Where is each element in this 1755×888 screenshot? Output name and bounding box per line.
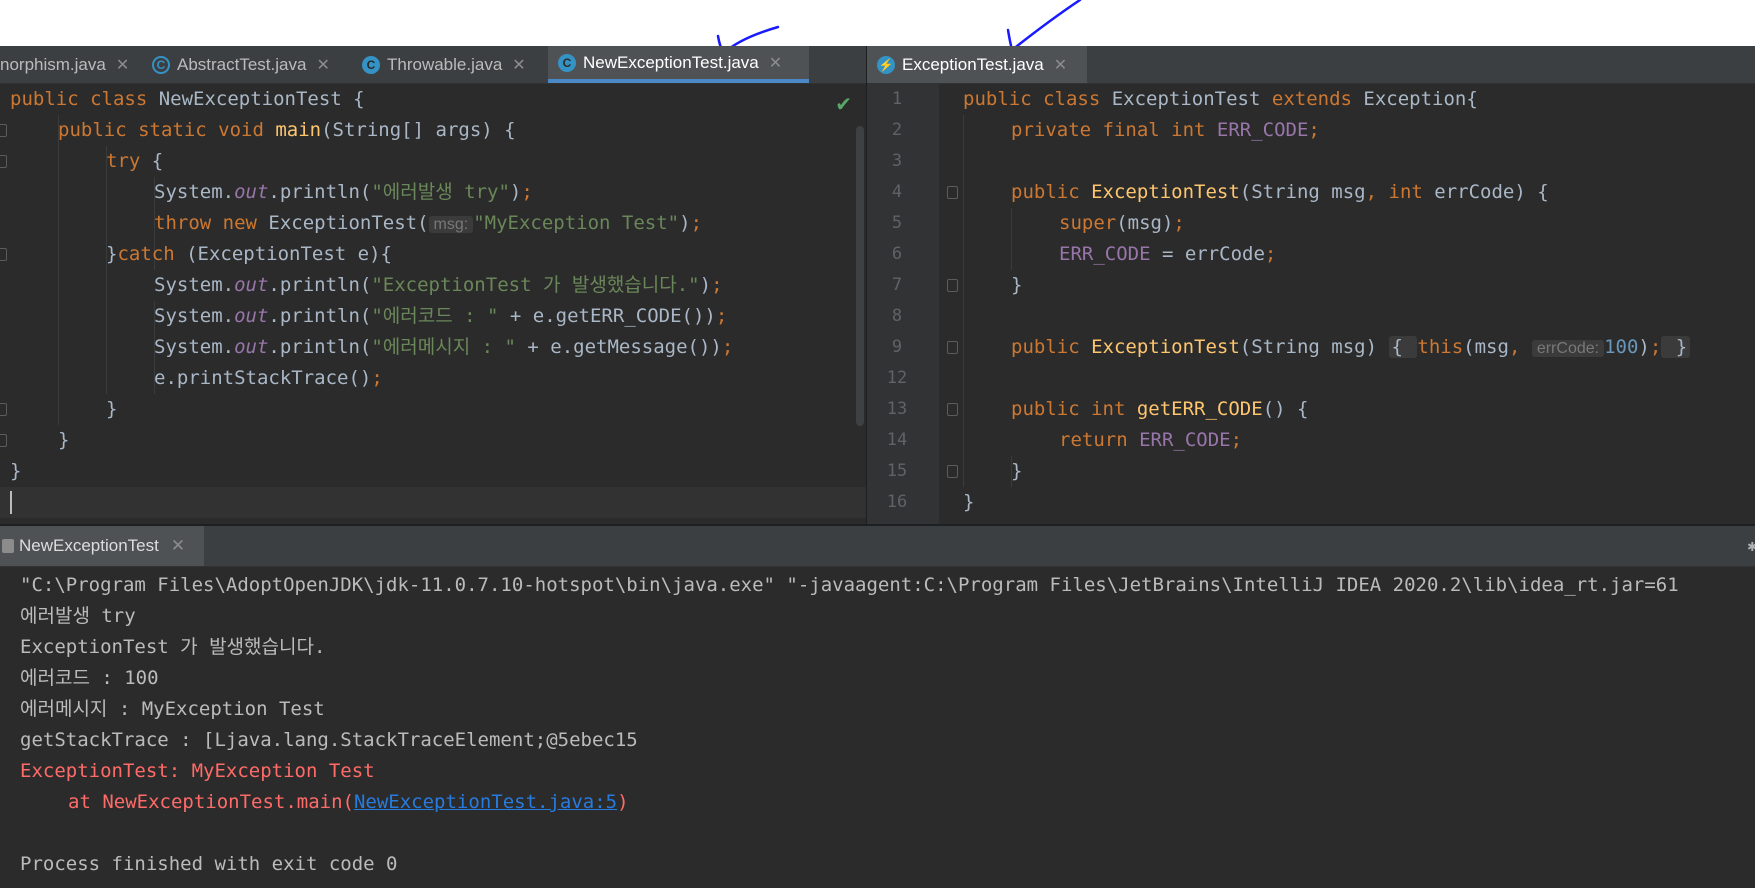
tab-exceptiontest[interactable]: ⚡ ExceptionTest.java ✕ <box>867 46 1087 83</box>
code-line: 1 public class ExceptionTest extends Exce… <box>867 84 1755 115</box>
console-line: ExceptionTest 가 발생했습니다. <box>20 636 326 658</box>
run-tabbar: NewExceptionTest ✕ ✱ <box>0 526 1755 567</box>
line-number: 5 <box>891 213 903 233</box>
code-line: 15} <box>867 456 1755 487</box>
left-editor-tabbar: norphism.java ✕ C AbstractTest.java ✕ C … <box>0 46 866 84</box>
line-number: 6 <box>891 244 903 264</box>
tab-label: AbstractTest.java <box>177 54 307 74</box>
code-line: 9 public ExceptionTest(String msg) { this… <box>867 332 1755 363</box>
right-editor-tabbar: ⚡ ExceptionTest.java ✕ <box>867 46 1755 84</box>
code-line: 8 <box>867 301 1755 332</box>
code-line: System.out.println("에러메시지 : " + e.getMes… <box>154 336 734 358</box>
code-line: 4 public ExceptionTest(String msg, int er… <box>867 177 1755 208</box>
line-number: 12 <box>886 368 908 388</box>
line-number: 1 <box>891 89 903 109</box>
tab-polymorphism[interactable]: norphism.java ✕ <box>0 46 142 83</box>
line-number: 14 <box>886 430 908 450</box>
code-line: System.out.println("에러발생 try"); <box>154 181 533 203</box>
code-line: try { <box>106 150 164 172</box>
tab-label: ExceptionTest.java <box>902 54 1044 74</box>
code-line: 6 ERR_CODE = errCode; <box>867 239 1755 270</box>
tab-label: Throwable.java <box>387 54 503 74</box>
console-line: 에러코드 : 100 <box>20 667 159 689</box>
line-number: 16 <box>886 492 908 512</box>
code-line: throw new ExceptionTest(msg: "MyException… <box>154 212 703 234</box>
console-line: 에러발생 try <box>20 605 136 627</box>
source-link[interactable]: NewExceptionTest.java:5 <box>354 791 617 813</box>
line-number: 4 <box>891 182 903 202</box>
code-line: e.printStackTrace(); <box>154 367 383 389</box>
abstract-class-icon: C <box>152 55 170 74</box>
inspection-ok-icon[interactable]: ✔ <box>835 92 852 116</box>
code-line: 3 <box>867 146 1755 177</box>
close-icon[interactable]: ✕ <box>512 55 525 75</box>
text-caret <box>10 491 12 514</box>
code-line: public class NewExceptionTest { <box>10 88 365 110</box>
close-icon[interactable]: ✕ <box>1054 55 1067 75</box>
left-code-area[interactable]: public class NewExceptionTest { public s… <box>0 84 866 524</box>
parameter-hint: errCode: <box>1531 340 1605 357</box>
close-icon[interactable]: ✕ <box>116 55 129 75</box>
code-line: 14 return ERR_CODE; <box>867 425 1755 456</box>
code-line: 7} <box>867 270 1755 301</box>
line-number: 8 <box>891 306 903 326</box>
code-line: } <box>10 460 22 482</box>
code-line: System.out.println("에러코드 : " + e.getERR_… <box>154 305 728 327</box>
code-line: 2 private final int ERR_CODE; <box>867 115 1755 146</box>
console-error-line: ExceptionTest: MyException Test <box>20 760 375 782</box>
tab-throwable[interactable]: C Throwable.java ✕ <box>352 46 548 83</box>
runnable-class-icon: C <box>558 53 576 72</box>
code-line: System.out.println("ExceptionTest 가 발생했습… <box>154 274 723 296</box>
console-line: 에러메시지 : MyException Test <box>20 698 325 720</box>
code-line: 12 <box>867 363 1755 394</box>
code-line: public static void main(String[] args) { <box>58 119 516 141</box>
stack-trace-line: at NewExceptionTest.main(NewExceptionTes… <box>68 791 629 813</box>
tab-label: norphism.java <box>0 54 106 74</box>
console-line: getStackTrace : [Ljava.lang.StackTraceEl… <box>20 729 638 751</box>
line-number: 9 <box>891 337 903 357</box>
tab-label: NewExceptionTest.java <box>583 52 759 72</box>
line-number: 15 <box>886 461 908 481</box>
parameter-hint: msg: <box>428 216 474 233</box>
close-icon[interactable]: ✕ <box>171 536 185 556</box>
vertical-scrollbar[interactable] <box>856 126 864 426</box>
current-line <box>0 487 866 518</box>
gear-icon[interactable]: ✱ <box>1747 536 1755 555</box>
line-number: 13 <box>886 399 908 419</box>
code-line: } <box>58 429 70 451</box>
code-line: } <box>106 398 118 420</box>
console-line: "C:\Program Files\AdoptOpenJDK\jdk-11.0.… <box>20 574 1679 596</box>
run-tab-label: NewExceptionTest <box>19 536 159 555</box>
exit-message: Process finished with exit code 0 <box>20 853 398 875</box>
code-line: 16} <box>867 487 1755 518</box>
run-tab[interactable]: NewExceptionTest ✕ <box>0 526 204 566</box>
right-code-area[interactable]: 1 public class ExceptionTest extends Exce… <box>867 84 1755 524</box>
code-line: 13 public int getERR_CODE() { <box>867 394 1755 425</box>
tab-newexceptiontest[interactable]: C NewExceptionTest.java ✕ <box>548 46 809 83</box>
left-editor-pane: norphism.java ✕ C AbstractTest.java ✕ C … <box>0 46 866 524</box>
code-line: }catch (ExceptionTest e){ <box>106 243 392 265</box>
run-config-icon <box>2 539 14 553</box>
line-number: 7 <box>891 275 903 295</box>
close-icon[interactable]: ✕ <box>769 53 782 73</box>
right-editor-pane: ⚡ ExceptionTest.java ✕ 1 public class Exc… <box>867 46 1755 524</box>
tab-abstracttest[interactable]: C AbstractTest.java ✕ <box>142 46 352 83</box>
line-number: 3 <box>891 151 903 171</box>
close-icon[interactable]: ✕ <box>316 55 329 75</box>
code-line: 5 super(msg); <box>867 208 1755 239</box>
line-number: 2 <box>891 120 903 140</box>
screenshot-margin <box>0 0 1755 46</box>
locked-class-icon: C <box>362 55 380 74</box>
run-console: NewExceptionTest ✕ ✱ "C:\Program Files\A… <box>0 524 1755 888</box>
exception-class-icon: ⚡ <box>877 55 895 74</box>
